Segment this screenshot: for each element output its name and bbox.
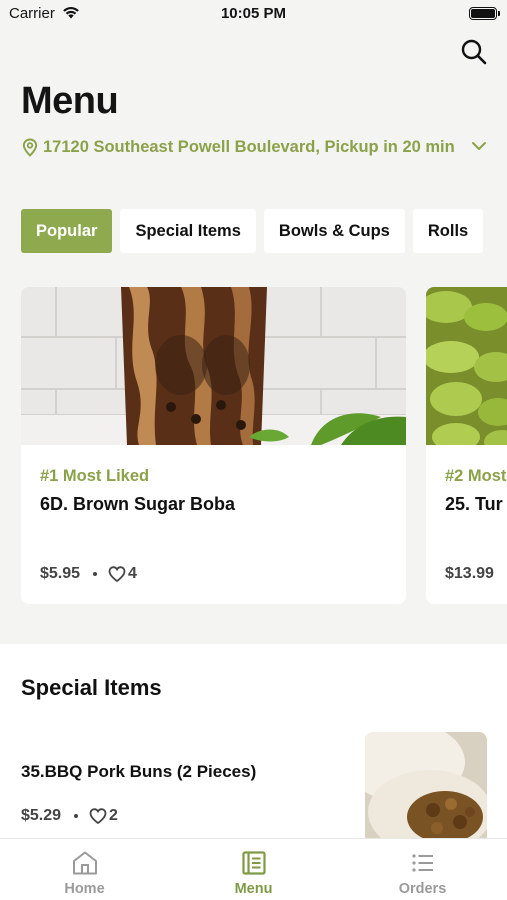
list-item-meta: $5.29 2	[21, 807, 118, 825]
heart-icon	[108, 566, 126, 582]
likes-value: 4	[128, 565, 137, 582]
card-meta: $5.95 4	[40, 565, 137, 583]
category-tabs: Popular Special Items Bowls & Cups Rolls	[21, 209, 507, 253]
tab-popular[interactable]: Popular	[21, 209, 113, 253]
separator-dot	[93, 572, 98, 576]
orders-list-icon	[411, 854, 433, 872]
bbq-pork-buns-image[interactable]	[365, 732, 487, 844]
likes-value: 2	[109, 807, 118, 824]
search-icon	[461, 39, 487, 65]
tab-bowls-cups[interactable]: Bowls & Cups	[263, 209, 405, 253]
clock: 10:05 PM	[220, 5, 287, 22]
menu-book-icon	[241, 851, 266, 875]
card-price: $13.99	[445, 565, 494, 582]
card-rank: #1 Most Liked	[40, 467, 150, 485]
nav-orders[interactable]: Orders	[338, 839, 507, 900]
card-rank: #2 Most Liked	[445, 467, 507, 485]
location-selector[interactable]: 17120 Southeast Powell Boulevard, Pickup…	[22, 136, 486, 158]
card-item-name: 25. Tur	[445, 494, 503, 514]
tab-rolls[interactable]: Rolls	[412, 209, 484, 253]
battery-icon	[469, 7, 500, 20]
chevron-down-icon	[472, 142, 486, 150]
pickup-location-text: 17120 Southeast Powell Boulevard, Pickup…	[43, 138, 455, 156]
bottom-tab-bar: Home Menu Orders	[0, 838, 507, 900]
brown-sugar-boba-image	[21, 287, 406, 445]
heart-icon	[89, 808, 107, 824]
home-icon	[72, 851, 97, 875]
nav-menu[interactable]: Menu	[169, 839, 338, 900]
popular-card[interactable]: #1 Most Liked 6D. Brown Sugar Boba $5.95…	[21, 287, 406, 604]
popular-card[interactable]: #2 Most Liked 25. Tur $13.99	[426, 287, 507, 604]
edamame-image	[426, 287, 507, 445]
search-button[interactable]	[459, 37, 489, 67]
nav-home[interactable]: Home	[0, 839, 169, 900]
card-meta: $13.99	[445, 565, 494, 583]
status-bar: Carrier 10:05 PM	[0, 0, 507, 30]
separator-dot	[74, 814, 79, 818]
popular-carousel: #1 Most Liked 6D. Brown Sugar Boba $5.95…	[21, 287, 507, 607]
likes-count: 4	[108, 565, 137, 583]
nav-menu-label: Menu	[234, 881, 273, 897]
special-items-section: Special Items 35.BBQ Pork Buns (2 Pieces…	[0, 644, 507, 844]
nav-orders-label: Orders	[398, 881, 447, 897]
location-pin-icon	[22, 138, 38, 157]
page-title: Menu	[21, 80, 119, 122]
likes-count: 2	[89, 807, 118, 825]
list-item-price: $5.29	[21, 807, 62, 824]
card-item-name: 6D. Brown Sugar Boba	[40, 494, 236, 514]
list-item-name[interactable]: 35.BBQ Pork Buns (2 Pieces)	[21, 762, 256, 782]
section-title: Special Items	[21, 675, 162, 700]
card-price: $5.95	[40, 565, 81, 582]
tab-special-items[interactable]: Special Items	[120, 209, 256, 253]
nav-home-label: Home	[64, 881, 105, 897]
